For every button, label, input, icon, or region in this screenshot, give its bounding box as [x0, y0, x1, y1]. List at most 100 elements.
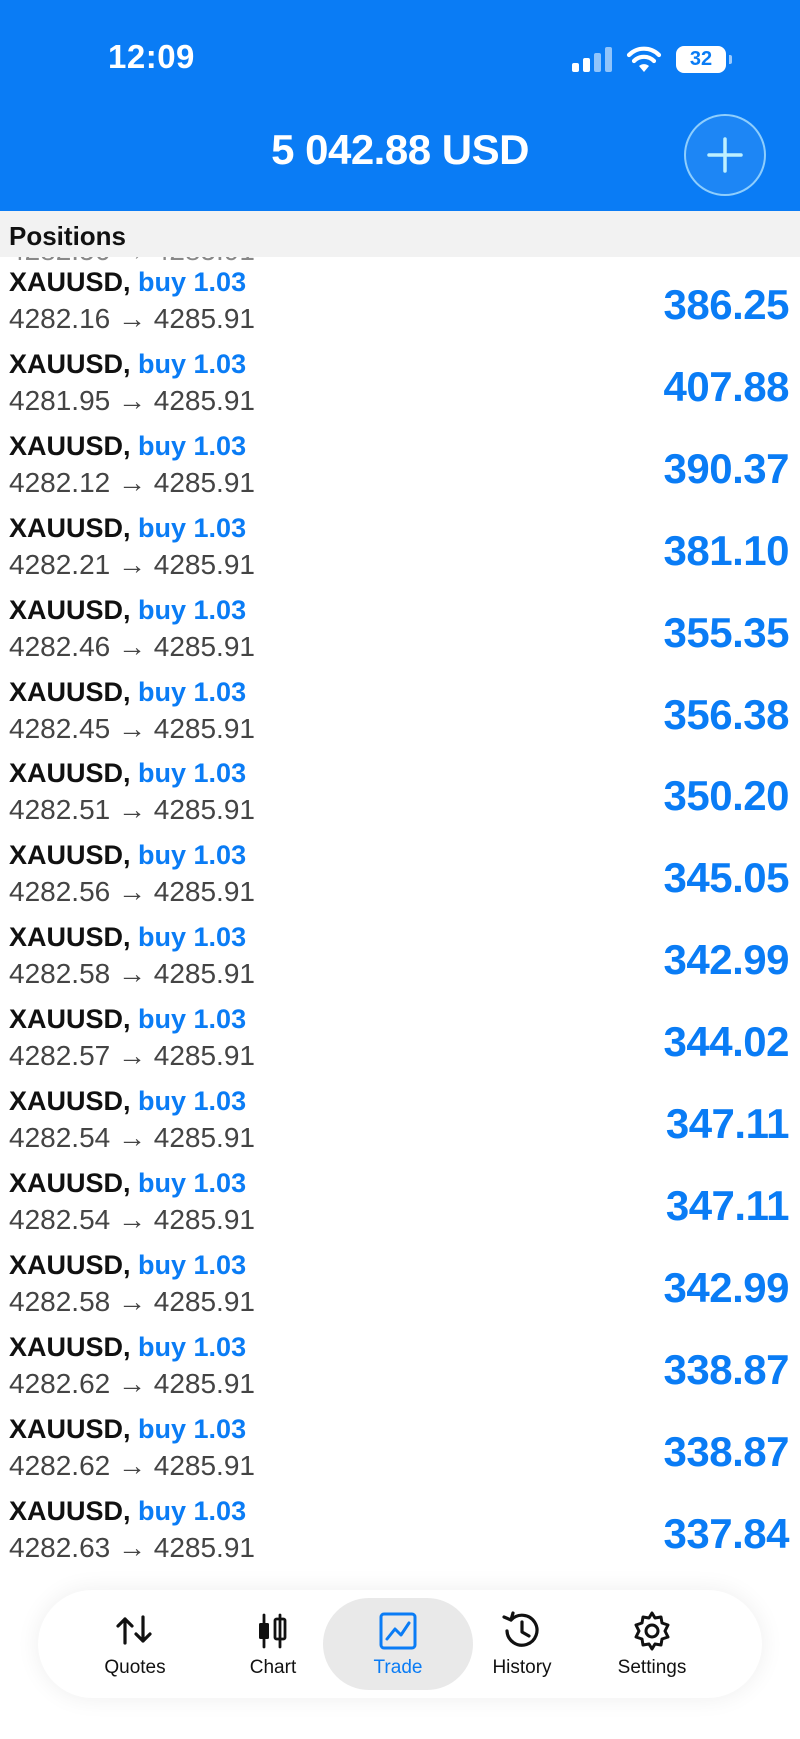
position-profit: 342.99: [663, 1263, 790, 1311]
position-side: buy 1.03: [138, 1249, 247, 1280]
position-symbol: XAUUSD,: [9, 348, 131, 379]
position-row[interactable]: XAUUSD, buy 1.03 4282.46 → 4285.91 355.35: [0, 593, 800, 675]
position-prices: 4282.62 → 4285.91: [9, 1367, 255, 1399]
position-prices: 4282.45 → 4285.91: [9, 712, 255, 744]
position-profit: 356.38: [663, 690, 790, 738]
position-symbol: XAUUSD,: [9, 1331, 131, 1362]
position-title: XAUUSD, buy 1.03: [9, 758, 246, 789]
position-row[interactable]: XAUUSD, buy 1.03 4282.56 → 4285.91 345.05: [0, 838, 800, 920]
plus-icon: [707, 137, 743, 173]
position-profit: 350.20: [663, 772, 790, 820]
position-title: XAUUSD, buy 1.03: [9, 1250, 246, 1281]
position-title: XAUUSD, buy 1.03: [9, 1086, 246, 1117]
position-prices: 4282.56 → 4285.91: [9, 876, 255, 908]
position-row[interactable]: XAUUSD, buy 1.03 4282.58 → 4285.91 342.99: [0, 920, 800, 1002]
position-prices: 4282.12 → 4285.91: [9, 466, 255, 498]
position-symbol: XAUUSD,: [9, 1249, 131, 1280]
position-side: buy 1.03: [138, 594, 247, 625]
position-title: XAUUSD, buy 1.03: [9, 431, 246, 462]
position-symbol: XAUUSD,: [9, 1167, 131, 1198]
position-side: buy 1.03: [138, 348, 247, 379]
position-row[interactable]: XAUUSD, buy 1.03 4282.54 → 4285.91 347.11: [0, 1084, 800, 1166]
position-row[interactable]: XAUUSD, buy 1.03 4282.57 → 4285.91 344.02: [0, 1002, 800, 1084]
position-symbol: XAUUSD,: [9, 758, 131, 789]
position-title: XAUUSD, buy 1.03: [9, 1168, 246, 1199]
position-prices: 4282.58 → 4285.91: [9, 958, 255, 990]
tab-quotes[interactable]: Quotes: [60, 1598, 210, 1690]
position-side: buy 1.03: [138, 1167, 247, 1198]
position-prices: 4282.58 → 4285.91: [9, 1285, 255, 1317]
position-title: XAUUSD, buy 1.03: [9, 513, 246, 544]
position-profit: 381.10: [663, 526, 790, 574]
position-symbol: XAUUSD,: [9, 594, 131, 625]
position-profit: 345.05: [663, 854, 790, 902]
position-symbol: XAUUSD,: [9, 512, 131, 543]
positions-section-header: Positions: [0, 211, 800, 257]
position-row[interactable]: XAUUSD, buy 1.03 4282.16 → 4285.91 386.25: [0, 265, 800, 347]
position-row[interactable]: XAUUSD, buy 1.03 4282.62 → 4285.91 338.87: [0, 1330, 800, 1412]
tab-label: Settings: [617, 1657, 687, 1678]
position-side: buy 1.03: [138, 840, 247, 871]
position-title: XAUUSD, buy 1.03: [9, 922, 246, 953]
new-order-button[interactable]: [684, 114, 766, 196]
candlestick-icon: [259, 1613, 287, 1649]
position-side: buy 1.03: [138, 1331, 247, 1362]
position-title: XAUUSD, buy 1.03: [9, 1004, 246, 1035]
tab-label: Quotes: [104, 1657, 166, 1678]
tab-label: Chart: [249, 1657, 297, 1678]
gear-icon: [634, 1611, 670, 1651]
position-title: XAUUSD, buy 1.03: [9, 1414, 246, 1445]
position-row[interactable]: XAUUSD, buy 1.03 4282.51 → 4285.91 350.20: [0, 756, 800, 838]
position-profit: 342.99: [663, 936, 790, 984]
bottom-tab-bar: Quotes Chart Trade History Settings: [38, 1590, 762, 1698]
position-title: XAUUSD, buy 1.03: [9, 677, 246, 708]
position-title: XAUUSD, buy 1.03: [9, 267, 246, 298]
battery-level: 32: [689, 47, 713, 70]
status-icons: 32: [572, 42, 732, 76]
status-time: 12:09: [108, 38, 195, 75]
position-profit: 338.87: [663, 1427, 790, 1475]
position-symbol: XAUUSD,: [9, 1413, 131, 1444]
position-profit: 386.25: [663, 281, 790, 328]
position-symbol: XAUUSD,: [9, 267, 131, 297]
position-side: buy 1.03: [138, 1495, 247, 1526]
tab-label: History: [492, 1657, 552, 1678]
position-row[interactable]: XAUUSD, buy 1.03 4282.63 → 4285.91 337.84: [0, 1494, 800, 1576]
cellular-signal-icon: [572, 46, 612, 72]
position-row[interactable]: XAUUSD, buy 1.03 4282.12 → 4285.91 390.37: [0, 429, 800, 511]
position-prices: 4282.62 → 4285.91: [9, 1449, 255, 1481]
position-symbol: XAUUSD,: [9, 1004, 131, 1035]
position-row[interactable]: XAUUSD, buy 1.03 4281.95 → 4285.91 407.88: [0, 347, 800, 429]
position-prices: 4282.16 → 4285.91: [9, 303, 255, 334]
position-symbol: XAUUSD,: [9, 1086, 131, 1116]
position-side: buy 1.03: [138, 512, 247, 543]
position-profit: 344.02: [663, 1018, 790, 1066]
position-row[interactable]: XAUUSD, buy 1.03 4282.45 → 4285.91 356.38: [0, 675, 800, 757]
header-bar: 12:09 32 5 042.88 USD: [0, 0, 800, 211]
tab-history[interactable]: History: [447, 1598, 597, 1690]
position-profit: 338.87: [663, 1345, 790, 1393]
positions-list[interactable]: 4282.56 → 4285.91 XAUUSD, buy 1.03 4282.1…: [0, 257, 800, 1597]
position-title: XAUUSD, buy 1.03: [9, 349, 246, 380]
position-row[interactable]: XAUUSD, buy 1.03 4282.58 → 4285.91 342.99: [0, 1248, 800, 1330]
position-prices: 4281.95 → 4285.91: [9, 384, 255, 416]
position-symbol: XAUUSD,: [9, 676, 131, 707]
position-profit: 347.11: [665, 1100, 790, 1147]
position-row[interactable]: XAUUSD, buy 1.03 4282.21 → 4285.91 381.10: [0, 511, 800, 593]
wifi-icon: [626, 46, 662, 72]
position-row[interactable]: XAUUSD, buy 1.03 4282.54 → 4285.91 347.11: [0, 1166, 800, 1248]
position-title: XAUUSD, buy 1.03: [9, 840, 246, 871]
position-side: buy 1.03: [138, 1086, 247, 1116]
position-title: XAUUSD, buy 1.03: [9, 1332, 246, 1363]
position-symbol: XAUUSD,: [9, 430, 131, 461]
trade-chart-icon: [379, 1612, 417, 1650]
position-prices: 4282.63 → 4285.91: [9, 1531, 255, 1563]
position-profit: 390.37: [663, 444, 790, 492]
position-profit: 355.35: [663, 608, 790, 656]
history-clock-icon: [502, 1611, 539, 1647]
position-prices: 4282.21 → 4285.91: [9, 548, 255, 580]
position-row[interactable]: XAUUSD, buy 1.03 4282.62 → 4285.91 338.87: [0, 1412, 800, 1494]
tab-settings[interactable]: Settings: [577, 1598, 727, 1690]
battery-indicator: 32: [676, 45, 732, 73]
position-side: buy 1.03: [138, 1004, 247, 1035]
